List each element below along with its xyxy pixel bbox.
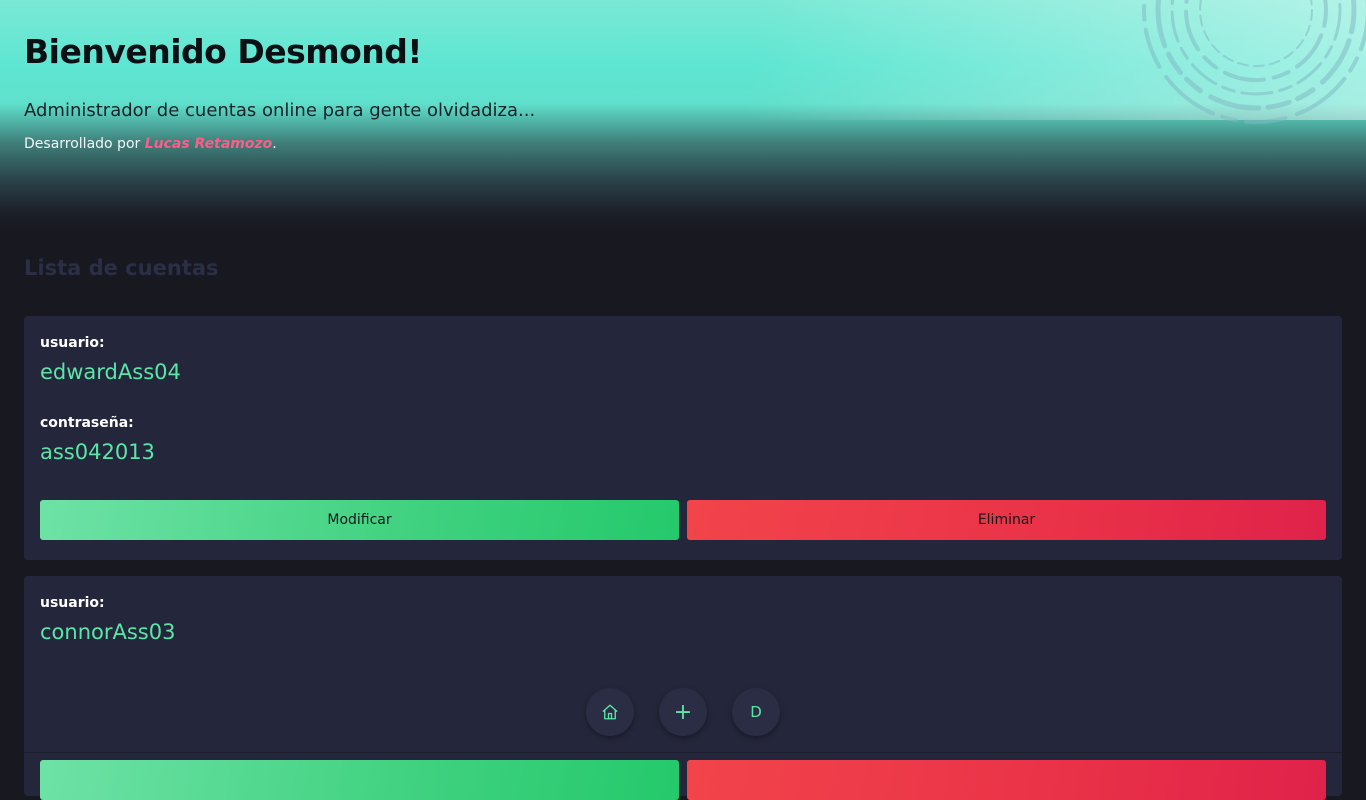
avatar-initial: D (750, 703, 762, 721)
add-account-button[interactable]: + (659, 688, 707, 736)
account-card: usuario: edwardAss04 contraseña: ass0420… (24, 316, 1342, 560)
account-card: usuario: connorAss03 (24, 576, 1342, 800)
credit-prefix: Desarrollado por (24, 136, 145, 152)
username-value: edwardAss04 (40, 360, 181, 384)
credit-suffix: . (272, 136, 277, 152)
delete-button[interactable]: Eliminar (687, 500, 1326, 540)
modify-button[interactable] (40, 760, 679, 800)
floating-nav-dock: + D (586, 688, 780, 736)
modify-button[interactable]: Modificar (40, 500, 679, 540)
developer-credit: Desarrollado por Lucas Retamozo. (24, 136, 277, 152)
header-banner: Bienvenido Desmond! Administrador de cue… (0, 0, 1366, 230)
plus-icon: + (673, 699, 693, 725)
password-value: ass042013 (40, 440, 155, 464)
page-subtitle: Administrador de cuentas online para gen… (24, 100, 536, 121)
username-label: usuario: (40, 335, 105, 351)
author-link[interactable]: Lucas Retamozo (145, 136, 273, 152)
page-title: Bienvenido Desmond! (24, 32, 422, 71)
home-icon (602, 704, 618, 720)
username-label: usuario: (40, 595, 105, 611)
home-button[interactable] (586, 688, 634, 736)
delete-button[interactable] (687, 760, 1326, 800)
username-value: connorAss03 (40, 620, 176, 644)
user-avatar-button[interactable]: D (732, 688, 780, 736)
password-label: contraseña: (40, 415, 134, 431)
circuit-rings-decoration (1142, 0, 1366, 124)
accounts-list-heading: Lista de cuentas (24, 256, 219, 280)
dock-shelf (24, 752, 1342, 753)
